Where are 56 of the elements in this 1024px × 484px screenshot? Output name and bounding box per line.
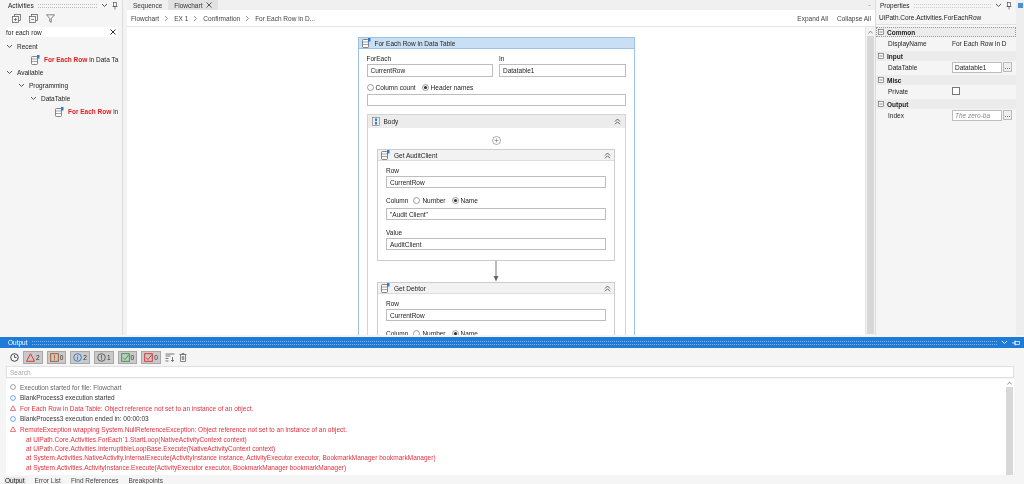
- check-square-icon: [144, 352, 154, 362]
- radio-button[interactable]: [451, 329, 459, 335]
- table-icon: [361, 38, 371, 48]
- info-circle-icon: [10, 415, 16, 422]
- chevron-icon[interactable]: [6, 69, 13, 76]
- chevron-icon[interactable]: [18, 82, 25, 89]
- collapse-icon[interactable]: [878, 101, 884, 107]
- collapse-icon[interactable]: [878, 77, 884, 83]
- radio-button[interactable]: [366, 83, 374, 91]
- chevron-right-icon: [164, 14, 170, 22]
- chevron-icon[interactable]: [30, 95, 37, 102]
- sequence-icon: [371, 117, 380, 126]
- collapse-icon[interactable]: [878, 29, 884, 35]
- table-icon: [55, 106, 64, 117]
- trash-icon[interactable]: [178, 352, 187, 362]
- exclamation-square-icon: [49, 352, 59, 362]
- pin-icon[interactable]: [1012, 339, 1020, 346]
- pin-icon[interactable]: [1006, 1, 1012, 10]
- scroll-up-icon[interactable]: [868, 30, 873, 34]
- circle-icon: [10, 384, 16, 391]
- exclamation-circle-icon: [96, 352, 106, 362]
- warning-triangle-icon: [26, 352, 35, 362]
- collapse-icon[interactable]: [604, 284, 611, 292]
- add-icon[interactable]: [491, 136, 501, 145]
- text-field[interactable]: [366, 94, 626, 106]
- pin-icon[interactable]: [112, 1, 118, 10]
- arrow: [493, 261, 499, 282]
- collapse-all-icon[interactable]: [29, 13, 38, 23]
- clear-icon[interactable]: [110, 29, 116, 35]
- expand-all-icon[interactable]: [12, 13, 21, 23]
- collapse-icon[interactable]: [878, 53, 884, 59]
- check-square-icon: [120, 352, 130, 362]
- radio-button[interactable]: [413, 329, 421, 335]
- table-icon: [381, 283, 390, 293]
- clock-icon[interactable]: [10, 352, 19, 362]
- filter-icon[interactable]: [46, 13, 55, 23]
- chevron-right-icon: [245, 14, 251, 22]
- radio-button[interactable]: [451, 196, 459, 204]
- radio-button[interactable]: [413, 196, 421, 204]
- sort-icon[interactable]: [164, 352, 175, 362]
- radio-button[interactable]: [421, 83, 429, 91]
- warning-triangle-icon: [10, 426, 16, 433]
- warning-triangle-icon: [10, 405, 16, 412]
- info-circle-icon: [73, 352, 83, 362]
- close-icon[interactable]: [206, 2, 213, 8]
- chevron-right-icon: [193, 14, 199, 22]
- collapse-icon[interactable]: [613, 118, 621, 125]
- table-icon: [31, 54, 40, 65]
- scrollbar[interactable]: [1004, 379, 1014, 475]
- scrollbar[interactable]: [865, 27, 875, 335]
- chevron-icon[interactable]: [6, 43, 13, 50]
- table-icon: [381, 150, 390, 160]
- info-circle-icon: [10, 394, 16, 401]
- collapse-icon[interactable]: [604, 151, 611, 159]
- checkbox[interactable]: [952, 87, 960, 95]
- scroll-up-icon[interactable]: [1006, 381, 1012, 385]
